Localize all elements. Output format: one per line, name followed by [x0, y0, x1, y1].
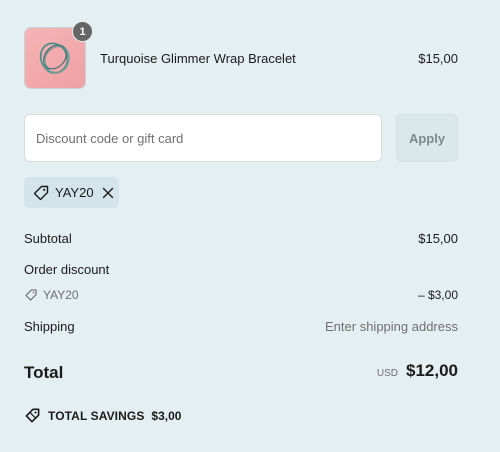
total-savings-label: TOTAL SAVINGS — [48, 408, 145, 423]
total-savings-value: $3,00 — [151, 408, 182, 423]
apply-button[interactable]: Apply — [396, 114, 458, 162]
tag-icon — [32, 184, 50, 202]
shipping-label: Shipping — [24, 319, 75, 334]
close-icon[interactable] — [101, 186, 115, 200]
currency-code: USD — [376, 368, 398, 379]
shipping-value: Enter shipping address — [325, 319, 458, 334]
subtotal-label: Subtotal — [24, 231, 72, 246]
tag-icon — [25, 289, 37, 301]
order-discount-label: Order discount — [24, 262, 110, 277]
cart-line-item: 1 Turquoise Glimmer Wrap Bracelet $15,00 — [24, 21, 458, 89]
total-value: $12,00 — [406, 361, 458, 380]
discount-value: – $3,00 — [417, 288, 458, 302]
savings-tag-icon — [25, 408, 40, 423]
discount-code-label: YAY20 — [43, 288, 79, 302]
subtotal-value: $15,00 — [418, 231, 458, 246]
product-name: Turquoise Glimmer Wrap Bracelet — [100, 51, 296, 66]
product-price: $15,00 — [418, 51, 458, 66]
quantity-badge: 1 — [72, 21, 93, 42]
total-savings-row: TOTAL SAVINGS $3,00 — [24, 407, 181, 424]
applied-discount-chip: YAY20 — [24, 177, 119, 208]
total-label: Total — [24, 363, 64, 382]
discount-code-input[interactable] — [24, 114, 382, 162]
total-row: Total USD $12,00 — [24, 361, 458, 385]
applied-discount-code: YAY20 — [55, 185, 94, 200]
bracelet-image — [39, 42, 70, 74]
